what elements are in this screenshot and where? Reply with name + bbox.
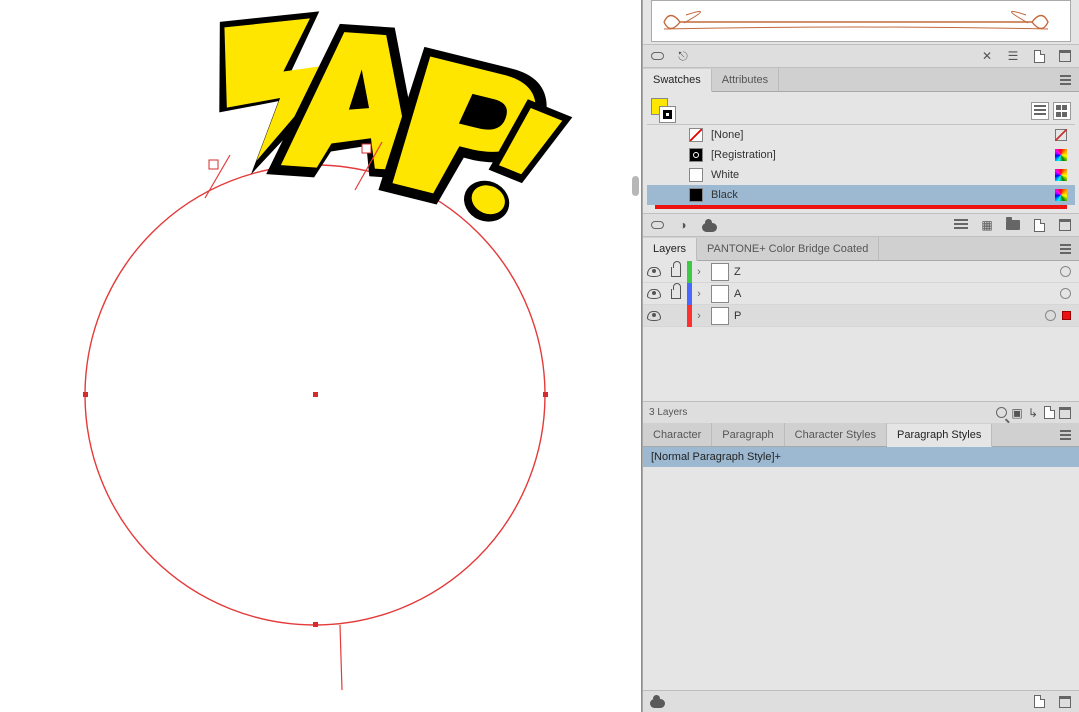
layer-name: Z [734, 266, 741, 278]
color-model-icon [1055, 189, 1067, 201]
swatch-chip [689, 128, 703, 142]
selection-indicator-icon [1062, 311, 1071, 320]
target-icon[interactable] [1045, 310, 1056, 321]
new-folder-icon[interactable] [1005, 217, 1021, 233]
brush-options2-icon[interactable]: ☰ [1005, 48, 1021, 64]
brush-preview [651, 0, 1071, 42]
target-icon[interactable] [1060, 266, 1071, 277]
remove-stroke-icon[interactable]: ✕ [979, 48, 995, 64]
tab-paragraph-styles[interactable]: Paragraph Styles [887, 424, 992, 447]
tab-swatches[interactable]: Swatches [643, 69, 712, 92]
layer-count-label: 3 Layers [649, 407, 687, 418]
type-panel-menu-icon[interactable] [1057, 427, 1073, 443]
visibility-toggle-icon[interactable] [647, 289, 661, 299]
layers-panel-menu-icon[interactable] [1057, 241, 1073, 257]
swatch-chip [689, 148, 703, 162]
zap-text-art [210, 8, 572, 237]
type-tabs: Character Paragraph Character Styles Par… [643, 423, 1079, 447]
swatch-list-view-button[interactable] [1031, 102, 1049, 120]
tab-character[interactable]: Character [643, 423, 712, 446]
swatch-row[interactable]: [Registration] [647, 145, 1075, 165]
tab-character-styles[interactable]: Character Styles [785, 423, 887, 446]
swatch-libraries-icon[interactable] [649, 217, 665, 233]
color-model-icon [1055, 149, 1067, 161]
swatch-partial-red-row [655, 205, 1067, 209]
swatch-kinds-icon[interactable]: ◑ [675, 217, 691, 233]
tab-layers[interactable]: Layers [643, 238, 697, 261]
layer-name: A [734, 288, 741, 300]
swatch-list: [None] [Registration] White Black [647, 124, 1075, 205]
new-layer-icon[interactable] [1041, 405, 1057, 421]
visibility-toggle-icon[interactable] [647, 311, 661, 321]
swatch-row[interactable]: Black [647, 185, 1075, 205]
tab-attributes[interactable]: Attributes [712, 68, 779, 91]
layer-thumbnail [711, 263, 729, 281]
swatch-name: Black [711, 189, 738, 201]
swatches-panel: [None] [Registration] White Black [643, 92, 1079, 213]
paragraph-styles-panel: [Normal Paragraph Style]+ [643, 447, 1079, 712]
swatch-name: White [711, 169, 739, 181]
delete-swatch-icon[interactable] [1057, 217, 1073, 233]
swatches-footer: ◑ ▦ [643, 213, 1079, 237]
swatches-panel-menu-icon[interactable] [1057, 72, 1073, 88]
canvas-scrollbar-thumb[interactable] [632, 176, 639, 196]
swatch-chip [689, 168, 703, 182]
path-handle-line [340, 625, 342, 690]
stroke-swatch[interactable] [659, 106, 676, 123]
create-sublayer-icon[interactable]: ↳ [1025, 405, 1041, 421]
fill-stroke-indicator[interactable] [651, 98, 677, 124]
brush-panel-footer: ⎋ ✕ ☰ [643, 44, 1079, 68]
disclosure-triangle-icon[interactable]: › [692, 310, 706, 322]
canvas-svg [60, 0, 620, 712]
layer-row[interactable]: ›P [643, 305, 1079, 327]
tab-paragraph[interactable]: Paragraph [712, 423, 784, 446]
new-brush-icon[interactable] [1031, 48, 1047, 64]
libraries-icon[interactable] [649, 48, 665, 64]
swatch-cloud-icon[interactable] [701, 217, 717, 233]
layer-name: P [734, 310, 741, 322]
layer-thumbnail [711, 307, 729, 325]
swatches-tabs: Swatches Attributes [643, 68, 1079, 92]
make-clipping-mask-icon[interactable]: ▣ [1009, 405, 1025, 421]
new-color-group-icon[interactable]: ▦ [979, 217, 995, 233]
layers-panel: ›Z›A›P 3 Layers ▣ ↳ [643, 261, 1079, 423]
swatch-name: [None] [711, 129, 743, 141]
brush-options-icon[interactable]: ⎋ [675, 48, 691, 64]
layer-thumbnail [711, 285, 729, 303]
locate-object-icon[interactable] [993, 405, 1009, 421]
delete-layer-icon[interactable] [1057, 405, 1073, 421]
swatch-row[interactable]: [None] [647, 125, 1075, 145]
swatch-name: [Registration] [711, 149, 776, 161]
visibility-toggle-icon[interactable] [647, 267, 661, 277]
not-editable-icon [1055, 129, 1067, 141]
swatch-row[interactable]: White [647, 165, 1075, 185]
swatch-options-icon[interactable] [953, 217, 969, 233]
artboard-canvas[interactable] [0, 0, 642, 712]
target-icon[interactable] [1060, 288, 1071, 299]
delete-brush-icon[interactable] [1057, 48, 1073, 64]
pstyles-cloud-icon[interactable] [649, 694, 665, 710]
new-swatch-icon[interactable] [1031, 217, 1047, 233]
swatch-chip [689, 188, 703, 202]
new-pstyle-icon[interactable] [1031, 694, 1047, 710]
layer-row[interactable]: ›Z [643, 261, 1079, 283]
exclaim [458, 91, 573, 238]
disclosure-triangle-icon[interactable]: › [692, 288, 706, 300]
selection-circle-path [85, 165, 545, 625]
swatch-grid-view-button[interactable] [1053, 102, 1071, 120]
color-model-icon [1055, 169, 1067, 181]
disclosure-triangle-icon[interactable]: › [692, 266, 706, 278]
layer-row[interactable]: ›A [643, 283, 1079, 305]
paragraph-style-row[interactable]: [Normal Paragraph Style]+ [643, 447, 1079, 467]
layers-tabs: Layers PANTONE+ Color Bridge Coated [643, 237, 1079, 261]
lock-toggle-icon[interactable] [671, 289, 681, 299]
delete-pstyle-icon[interactable] [1057, 694, 1073, 710]
lock-toggle-icon[interactable] [671, 267, 681, 277]
tab-pantone[interactable]: PANTONE+ Color Bridge Coated [697, 237, 879, 260]
panels-column: ⎋ ✕ ☰ Swatches Attributes [None] [Registr… [642, 0, 1079, 712]
